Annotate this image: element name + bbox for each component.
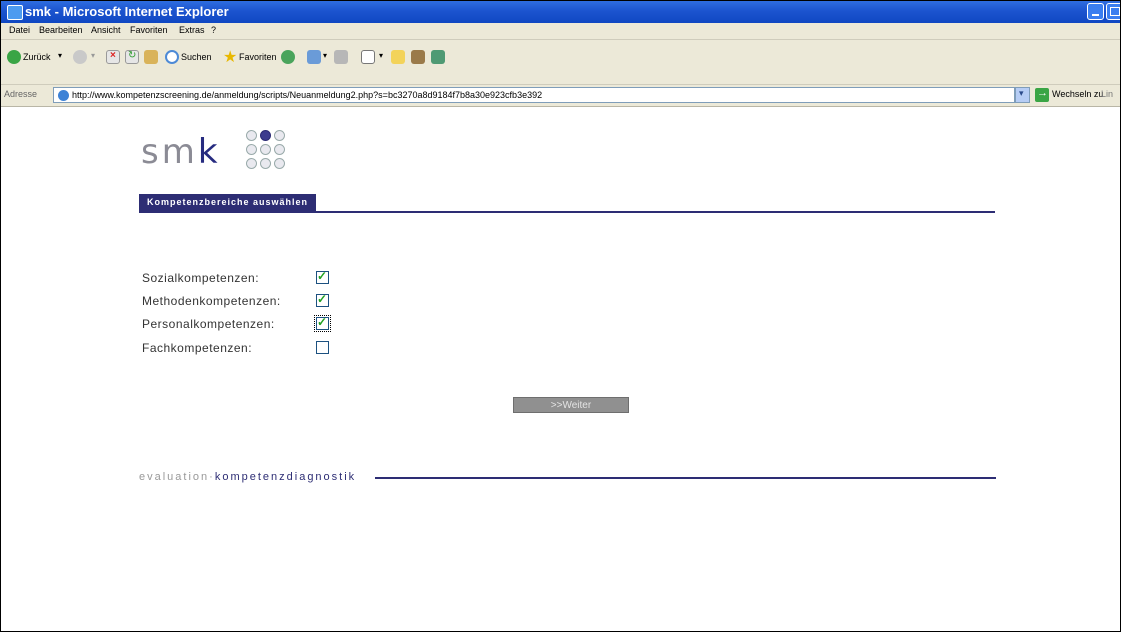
favorites-button-label[interactable]: Favoriten	[239, 52, 277, 62]
section-divider	[139, 211, 995, 213]
option-label: Sozialkompetenzen:	[142, 271, 260, 285]
menu-help[interactable]: ?	[211, 25, 216, 35]
search-button-label[interactable]: Suchen	[181, 52, 212, 62]
footer-light: evaluation·	[139, 471, 215, 483]
menu-datei[interactable]: Datei	[9, 25, 30, 35]
back-dropdown-icon[interactable]: ▾	[58, 51, 62, 60]
address-url[interactable]: http://www.kompetenzscreening.de/anmeldu…	[72, 90, 542, 100]
stop-icon[interactable]: ×	[106, 50, 120, 64]
menu-bearbeiten[interactable]: Bearbeiten	[39, 25, 83, 35]
minimize-button[interactable]	[1087, 3, 1104, 20]
search-icon[interactable]	[165, 50, 179, 64]
option-label: Personalkompetenzen:	[142, 317, 275, 331]
checkbox-sozialkompetenzen[interactable]: ✓	[316, 269, 329, 284]
footer-divider	[375, 477, 996, 479]
print-icon[interactable]	[334, 50, 348, 64]
menu-ansicht[interactable]: Ansicht	[91, 25, 121, 35]
back-button-label[interactable]: Zurück	[23, 52, 51, 62]
mail-dropdown-icon[interactable]: ▾	[323, 51, 327, 60]
go-arrow-icon[interactable]: →	[1035, 87, 1049, 102]
menu-favoriten[interactable]: Favoriten	[130, 25, 168, 35]
address-label: Adresse	[4, 89, 38, 99]
go-button-label[interactable]: Wechseln zu	[1052, 89, 1103, 99]
logo-suffix: k	[197, 132, 221, 172]
ie-app-icon	[7, 5, 23, 20]
smk-logo: smk	[141, 132, 221, 172]
address-dropdown-button[interactable]: ▾	[1015, 87, 1030, 103]
page-content: smk Kompetenzbereiche auswählen Sozialko…	[1, 107, 1120, 631]
page-icon	[58, 90, 69, 101]
checkbox-personalkompetenzen[interactable]: ✓	[314, 315, 331, 332]
discuss-icon[interactable]	[391, 50, 405, 64]
address-bar: Adresse http://www.kompetenzscreening.de…	[1, 85, 1120, 107]
research-icon[interactable]	[411, 50, 425, 64]
checkmark-icon: ✓	[317, 269, 328, 283]
checkmark-icon: ✓	[317, 315, 328, 329]
window-title: smk - Microsoft Internet Explorer	[25, 4, 229, 19]
section-title: Kompetenzbereiche auswählen	[139, 194, 317, 211]
browser-window: smk - Microsoft Internet Explorer Datei …	[0, 0, 1121, 632]
checkbox-methodenkompetenzen[interactable]: ✓	[316, 292, 329, 307]
history-icon[interactable]	[281, 50, 295, 64]
title-bar: smk - Microsoft Internet Explorer	[1, 1, 1120, 23]
checkbox-fachkompetenzen[interactable]	[316, 341, 329, 354]
option-label: Methodenkompetenzen:	[142, 294, 281, 308]
option-label: Fachkompetenzen:	[142, 341, 253, 355]
checkmark-icon: ✓	[317, 292, 328, 306]
menu-extras[interactable]: Extras	[179, 25, 205, 35]
footer-tagline: evaluation·kompetenzdiagnostik	[139, 471, 356, 483]
favorites-star-icon[interactable]: ★	[223, 47, 237, 67]
forward-dropdown-icon[interactable]: ▾	[91, 51, 95, 60]
logo-prefix: sm	[141, 132, 198, 172]
home-icon[interactable]	[144, 50, 158, 64]
footer-strong: kompetenzdiagnostik	[214, 471, 357, 483]
weiter-button[interactable]: >>Weiter	[513, 397, 629, 413]
menu-bar: Datei Bearbeiten Ansicht Favoriten Extra…	[1, 23, 1120, 40]
edit-icon[interactable]	[361, 50, 375, 64]
refresh-icon[interactable]: ↻	[125, 50, 139, 64]
edit-dropdown-icon[interactable]: ▾	[379, 51, 383, 60]
forward-arrow-icon[interactable]	[73, 50, 87, 64]
address-input[interactable]: http://www.kompetenzscreening.de/anmeldu…	[53, 87, 1015, 103]
maximize-button[interactable]	[1106, 3, 1120, 20]
messenger-icon[interactable]	[431, 50, 445, 64]
mail-icon[interactable]	[307, 50, 321, 64]
logo-dots-icon	[246, 130, 294, 178]
back-arrow-icon[interactable]	[7, 50, 21, 64]
toolbar: Zurück ▾ ▾ × ↻ Suchen ★ Favoriten ▾ ▾	[1, 40, 1120, 85]
links-label[interactable]: Lin	[1101, 89, 1113, 99]
